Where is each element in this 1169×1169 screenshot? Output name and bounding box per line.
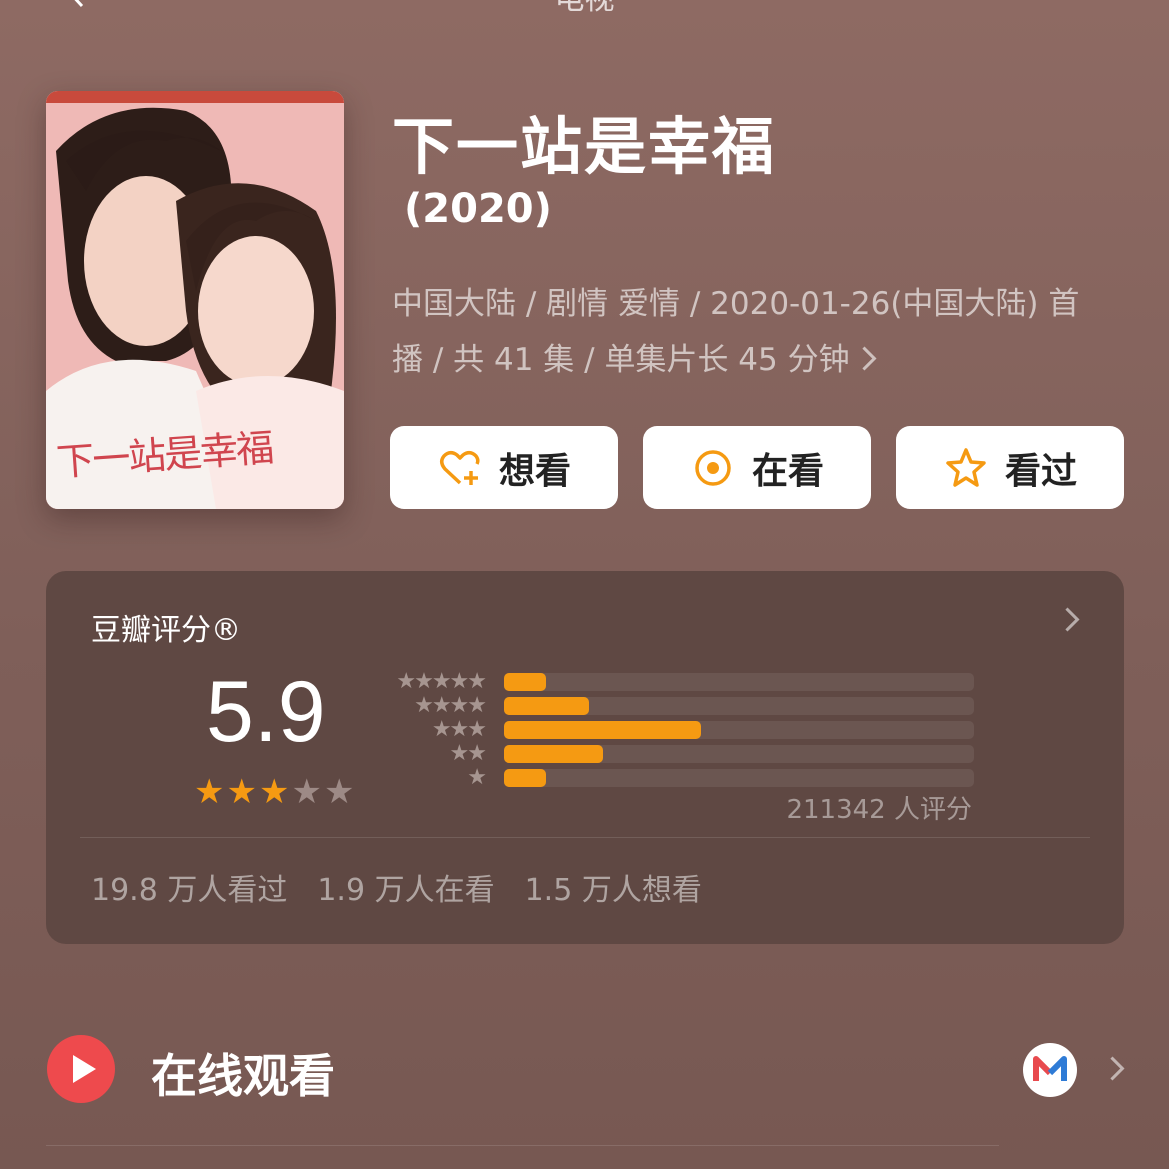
stat-watched: 19.8 万人看过 [91,873,288,908]
show-year: (2020) [404,186,552,232]
mgtv-logo-icon[interactable] [1023,1043,1077,1097]
star-filled-icon: ★ [226,772,257,812]
distribution-bar [504,745,603,763]
distribution-stars: ★★★ [431,717,487,742]
star-filled-icon: ★ [194,772,225,812]
distribution-bar [504,769,547,787]
stat-watching: 1.9 万人在看 [317,873,495,908]
distribution-track [504,697,974,715]
distribution-track [504,745,974,763]
star-outline-icon [946,447,986,487]
distribution-row: ★★★★ [381,693,981,718]
star-empty-icon: ★ [323,772,355,812]
divider [80,837,1090,838]
distribution-bar [504,673,547,691]
distribution-track [504,673,974,691]
distribution-row: ★★★ [381,717,981,742]
star-empty-icon: ★ [291,772,322,812]
meta-line-2: 播 / 共 41 集 / 单集片长 45 分钟 [392,342,850,378]
divider [46,1145,999,1146]
distribution-row: ★ [381,765,981,790]
distribution-row: ★★★★★ [381,669,981,694]
target-circle-icon [695,449,731,486]
rating-header: 豆瓣评分® [91,613,241,648]
distribution-bar [504,721,702,739]
distribution-stars: ★★★★★ [396,669,487,694]
poster-image[interactable]: 下一站是幸福 [46,91,344,509]
distribution-bar [504,697,589,715]
distribution-stars: ★ [467,765,487,790]
watched-label: 看过 [1004,450,1077,492]
show-meta[interactable]: 中国大陆 / 剧情 爱情 / 2020-01-26(中国大陆) 首 播 / 共 … [392,276,1122,388]
distribution-stars: ★★★★ [414,693,487,718]
distribution-track [504,721,974,739]
watch-online-label: 在线观看 [151,1049,335,1103]
show-title: 下一站是幸福 [392,110,777,183]
heart-plus-icon [439,450,480,485]
distribution-stars: ★★ [449,741,487,766]
stat-want: 1.5 万人想看 [524,873,702,908]
rating-score: 5.9 [206,664,326,760]
rating-stats: 19.8 万人看过 1.9 万人在看 1.5 万人想看 [91,865,702,909]
watching-button[interactable]: 在看 [643,426,871,509]
top-bar: 电视 [0,0,1169,17]
star-filled-icon: ★ [258,772,290,812]
chevron-right-icon[interactable] [1055,607,1080,632]
watch-online-row[interactable]: 在线观看 [0,1030,1169,1110]
rating-count: 211342 人评分 [786,795,972,825]
distribution-track [504,769,974,787]
rating-stars: ★ ★ ★ ★ ★ [194,775,354,809]
want-to-watch-button[interactable]: 想看 [390,426,618,509]
watching-label: 在看 [751,450,824,492]
play-circle-icon [47,1035,115,1103]
want-to-watch-label: 想看 [498,450,571,492]
chevron-right-icon [852,346,877,371]
nav-title: 电视 [0,0,1169,18]
distribution-row: ★★ [381,741,981,766]
chevron-right-icon [1100,1056,1125,1081]
rating-card[interactable]: 豆瓣评分® 5.9 ★ ★ ★ ★ ★ ★★★★★ ★★★★ ★★★ ★★ ★ 211342 人… [46,571,1124,944]
meta-line-1: 中国大陆 / 剧情 爱情 / 2020-01-26(中国大陆) 首 [392,286,1080,322]
watched-button[interactable]: 看过 [896,426,1124,509]
